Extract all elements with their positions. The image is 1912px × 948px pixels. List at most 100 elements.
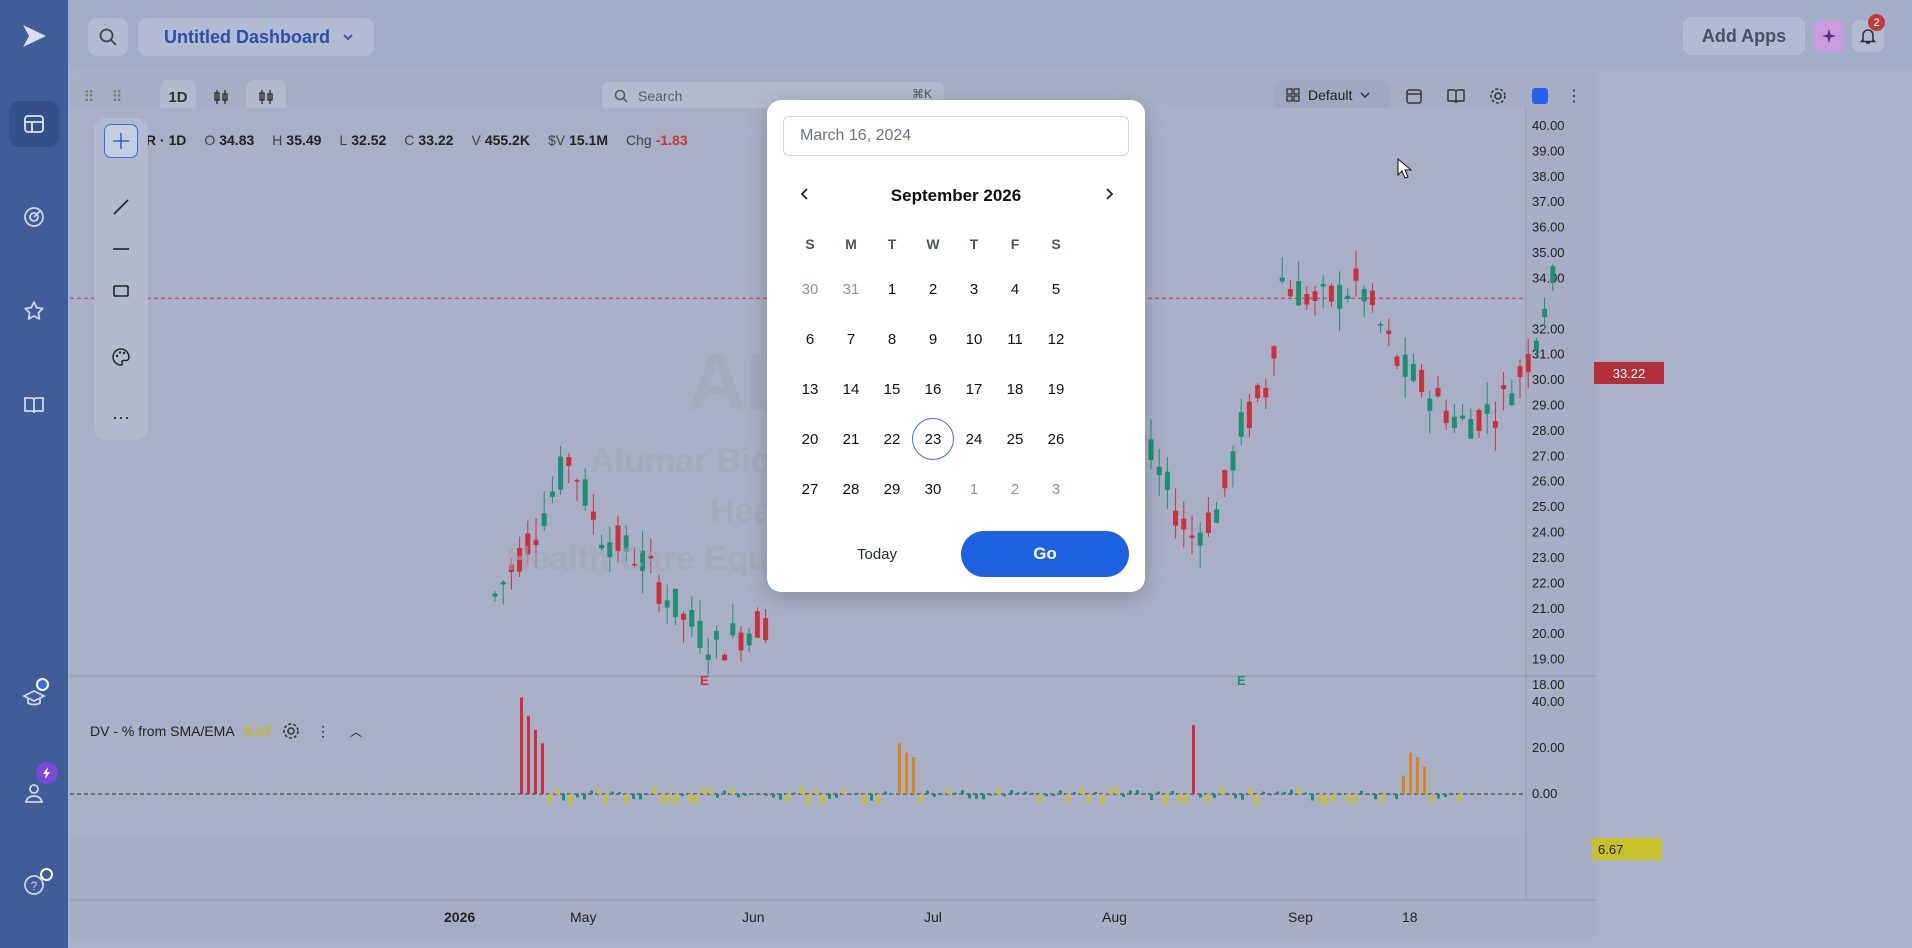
indicator-more-icon[interactable]: ⋮ (316, 723, 330, 740)
candle-body (1468, 419, 1474, 439)
indicator-bar (534, 729, 537, 794)
indicator-bar (891, 793, 894, 795)
chevron-right-icon (1106, 188, 1114, 200)
candle-body (1214, 509, 1220, 523)
calendar-day[interactable]: 27 (789, 468, 831, 510)
color-palette-tool[interactable] (104, 340, 138, 374)
price-axis-label: 32.00 (1532, 321, 1565, 336)
trendline-tool[interactable] (104, 190, 138, 224)
indicator-bar (1395, 794, 1398, 800)
indicator-bar (884, 791, 887, 794)
indicator-bar (1199, 794, 1202, 798)
calendar-day[interactable]: 30 (789, 268, 831, 310)
calendar-day[interactable]: 9 (912, 318, 954, 360)
radar-nav-button[interactable] (9, 194, 59, 240)
gear-icon[interactable] (282, 722, 300, 740)
calendar-day[interactable]: 4 (994, 268, 1036, 310)
today-button[interactable]: Today (847, 546, 907, 563)
calendar-day[interactable]: 1 (871, 268, 913, 310)
indicator-bar (1346, 794, 1349, 802)
calendar-day[interactable]: 25 (994, 418, 1036, 460)
candle-body (664, 600, 670, 608)
indicator-bar (702, 788, 705, 794)
calendar-day[interactable]: 13 (789, 368, 831, 410)
rectangle-icon (113, 285, 129, 297)
calendar-day[interactable]: 3 (1035, 468, 1077, 510)
learn-nav-button[interactable] (9, 382, 59, 428)
candle-body (1197, 532, 1203, 546)
calendar-day[interactable]: 16 (912, 368, 954, 410)
indicator-bar (1066, 794, 1069, 803)
indicator-bar (555, 788, 558, 794)
calendar-day[interactable]: 14 (830, 368, 872, 410)
watchlist-nav-button[interactable] (9, 288, 59, 334)
go-button[interactable]: Go (961, 531, 1129, 577)
next-month-button[interactable] (1097, 182, 1121, 206)
calendar-day[interactable]: 30 (912, 468, 954, 510)
candle-body (1386, 330, 1392, 335)
add-apps-button[interactable]: Add Apps (1683, 17, 1805, 55)
candle-body (1263, 387, 1269, 398)
crosshair-icon (113, 133, 129, 149)
rectangle-tool[interactable] (104, 274, 138, 308)
calendar-day[interactable]: 24 (953, 418, 995, 460)
calendar-day[interactable]: 22 (871, 418, 913, 460)
calendar-day[interactable]: 6 (789, 318, 831, 360)
previous-month-button[interactable] (793, 182, 817, 206)
indicator-bar (856, 792, 859, 794)
weekday-header: T (969, 236, 979, 252)
dashboard-selector[interactable]: Untitled Dashboard (138, 18, 374, 56)
app-logo-icon[interactable] (20, 22, 48, 55)
calendar-day[interactable]: 11 (994, 318, 1036, 360)
help-dot-badge (40, 868, 53, 881)
calendar-day[interactable]: 18 (994, 368, 1036, 410)
price-axis-label: 40.00 (1532, 118, 1565, 133)
ai-assistant-button[interactable] (1813, 20, 1845, 52)
candle-body (1164, 471, 1170, 490)
more-tools-icon[interactable]: ··· (104, 400, 138, 434)
candle-body (1476, 409, 1482, 432)
indicator-bar (1178, 794, 1181, 803)
calendar-day[interactable]: 12 (1035, 318, 1077, 360)
calendar-day[interactable]: 31 (830, 268, 872, 310)
calendar-day[interactable]: 29 (871, 468, 913, 510)
calendar-day[interactable]: 8 (871, 318, 913, 360)
calendar-day[interactable]: 21 (830, 418, 872, 460)
indicator-bar (1171, 791, 1174, 794)
calendar-day[interactable]: 26 (1035, 418, 1077, 460)
collapse-chevron-icon[interactable]: ︿ (350, 723, 362, 740)
indicator-bar (933, 794, 936, 797)
indicator-bar (1059, 790, 1062, 794)
candle-body (1509, 393, 1515, 406)
calendar-day[interactable]: 3 (953, 268, 995, 310)
calendar-day[interactable]: 28 (830, 468, 872, 510)
indicator-bar (1388, 794, 1391, 795)
indicator-bar (751, 793, 754, 795)
date-input[interactable] (783, 116, 1129, 156)
education-nav-button[interactable] (9, 676, 59, 722)
user-icon (24, 784, 44, 803)
help-nav-button[interactable]: ? (9, 862, 59, 908)
calendar-day[interactable]: 2 (994, 468, 1036, 510)
candle-body (582, 479, 588, 506)
candle-body (1484, 404, 1490, 414)
horizontal-line-tool[interactable] (104, 232, 138, 266)
calendar-day[interactable]: 10 (953, 318, 995, 360)
calendar-day[interactable]: 7 (830, 318, 872, 360)
calendar-day[interactable]: 19 (1035, 368, 1077, 410)
global-search-button[interactable] (88, 18, 128, 56)
candle-body (1542, 308, 1548, 318)
time-axis-label: May (570, 909, 596, 925)
calendar-day[interactable]: 20 (789, 418, 831, 460)
candle-body (1353, 268, 1359, 281)
calendar-day[interactable]: 2 (912, 268, 954, 310)
calendar-day[interactable]: 17 (953, 368, 995, 410)
calendar-day[interactable]: 23 (912, 418, 954, 460)
calendar-day[interactable]: 15 (871, 368, 913, 410)
calendar-day[interactable]: 1 (953, 468, 995, 510)
crosshair-tool[interactable] (104, 124, 138, 158)
indicator-bar (1437, 794, 1440, 799)
calendar-day[interactable]: 5 (1035, 268, 1077, 310)
dashboard-nav-button[interactable] (9, 101, 59, 147)
indicator-bar (744, 794, 747, 796)
